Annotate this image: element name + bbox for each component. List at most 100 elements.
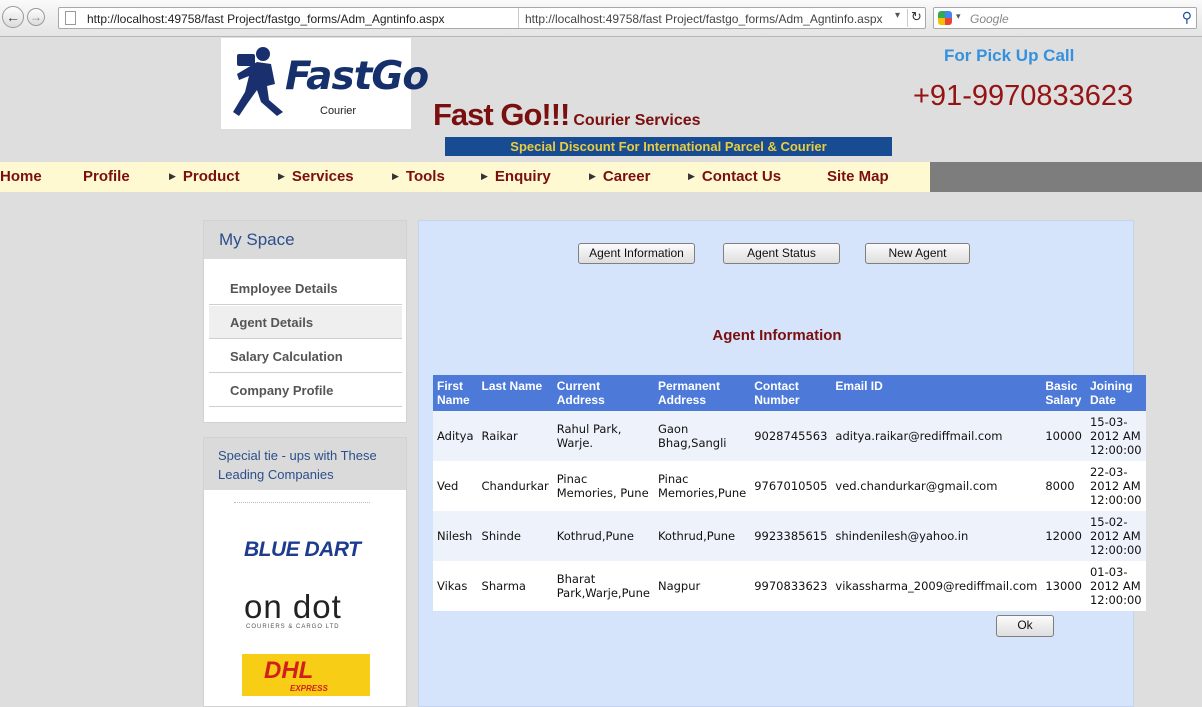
cell-basic-salary: 13000 <box>1041 561 1086 611</box>
pickup-label: For Pick Up Call <box>944 46 1075 65</box>
courier-runner-icon <box>233 47 283 116</box>
cell-joining-date: 01-03-2012 AM 12:00:00 <box>1085 561 1146 611</box>
agent-table: First Name Last Name Current Address Per… <box>433 375 1146 611</box>
cell-permanent-address: Gaon Bhag,Sangli <box>653 411 751 461</box>
cell-current-address: Rahul Park, Warje. <box>552 411 654 461</box>
cell-current-address: Kothrud,Pune <box>552 511 654 561</box>
menu-services[interactable]: ▶ Services <box>278 168 354 185</box>
forward-button[interactable]: → <box>27 8 45 26</box>
dropdown-icon[interactable]: ▾ <box>895 10 900 21</box>
menu-enquiry[interactable]: ▶ Enquiry <box>481 168 551 185</box>
table-row[interactable]: Ved Chandurkar Pinac Memories, Pune Pina… <box>433 461 1146 511</box>
new-agent-button[interactable]: New Agent <box>865 243 970 264</box>
menu-arrow-icon: ▶ <box>481 171 488 181</box>
google-icon[interactable] <box>938 11 952 25</box>
menu-arrow-icon: ▶ <box>169 171 176 181</box>
back-button[interactable]: ← <box>2 6 24 28</box>
table-row[interactable]: Aditya Raikar Rahul Park, Warje. Gaon Bh… <box>433 411 1146 461</box>
cell-permanent-address: Kothrud,Pune <box>653 511 751 561</box>
url-text[interactable]: http://localhost:49758/fast Project/fast… <box>87 12 445 26</box>
col-joining-date[interactable]: Joining Date <box>1085 375 1146 411</box>
my-space-title: My Space <box>204 221 406 259</box>
brand-sub: Courier Services <box>573 112 701 129</box>
menu-career[interactable]: ▶ Career <box>589 168 650 185</box>
table-row[interactable]: Nilesh Shinde Kothrud,Pune Kothrud,Pune … <box>433 511 1146 561</box>
bluedart-logo: BLUE DART <box>244 538 361 561</box>
cell-first-name: Vikas <box>433 561 478 611</box>
table-row[interactable]: Vikas Sharma Bharat Park,Warje,Pune Nagp… <box>433 561 1146 611</box>
menu-contact-us[interactable]: ▶ Contact Us <box>688 168 781 185</box>
cell-last-name: Raikar <box>477 411 553 461</box>
menu-tools[interactable]: ▶ Tools <box>392 168 445 185</box>
col-basic-salary[interactable]: Basic Salary <box>1041 375 1086 411</box>
promo-banner: Special Discount For International Parce… <box>445 137 892 156</box>
cell-contact-number: 9970833623 <box>750 561 832 611</box>
col-contact-number[interactable]: Contact Number <box>750 375 832 411</box>
cell-permanent-address: Nagpur <box>653 561 751 611</box>
menu-home[interactable]: Home <box>0 168 42 185</box>
col-permanent-address[interactable]: Permanent Address <box>653 375 751 411</box>
dhl-logo: DHL EXPRESS <box>242 654 370 696</box>
ondot-logo: on dot <box>244 588 342 625</box>
search-icon[interactable]: ⚲ <box>1182 9 1192 26</box>
menu-arrow-icon: ▶ <box>392 171 399 181</box>
cell-first-name: Ved <box>433 461 478 511</box>
cell-first-name: Nilesh <box>433 511 478 561</box>
agent-status-button[interactable]: Agent Status <box>723 243 840 264</box>
sidebar-item-salary-calculation[interactable]: Salary Calculation <box>209 340 402 373</box>
menu-arrow-icon: ▶ <box>589 171 596 181</box>
partners-panel: Special tie - ups with These Leading Com… <box>203 437 407 707</box>
table-header-row: First Name Last Name Current Address Per… <box>433 375 1146 411</box>
col-email-id[interactable]: Email ID <box>831 375 1042 411</box>
cell-email: vikassharma_2009@rediffmail.com <box>831 561 1042 611</box>
cell-email: shindenilesh@yahoo.in <box>831 511 1042 561</box>
search-bar[interactable]: ▾ Google ⚲ <box>933 7 1197 29</box>
sidebar-item-company-profile[interactable]: Company Profile <box>209 374 402 407</box>
cell-joining-date: 15-03-2012 AM 12:00:00 <box>1085 411 1146 461</box>
logo-text: FastGo <box>285 54 429 99</box>
menu-product[interactable]: ▶ Product <box>169 168 240 185</box>
engine-dropdown-icon[interactable]: ▾ <box>956 11 961 22</box>
cell-basic-salary: 10000 <box>1041 411 1086 461</box>
cell-joining-date: 15-02-2012 AM 12:00:00 <box>1085 511 1146 561</box>
cell-basic-salary: 8000 <box>1041 461 1086 511</box>
cell-current-address: Pinac Memories, Pune <box>552 461 654 511</box>
cell-contact-number: 9923385615 <box>750 511 832 561</box>
browser-toolbar: ← → http://localhost:49758/fast Project/… <box>0 0 1202 37</box>
brand-main: Fast Go!!! <box>433 97 570 132</box>
reload-icon[interactable]: ↻ <box>907 9 925 27</box>
sidebar-item-employee-details[interactable]: Employee Details <box>209 272 402 305</box>
cell-last-name: Shinde <box>477 511 553 561</box>
cell-last-name: Chandurkar <box>477 461 553 511</box>
col-last-name[interactable]: Last Name <box>477 375 553 411</box>
page-icon <box>65 11 76 25</box>
page-title: Agent Information <box>712 327 842 344</box>
phone-number: +91-9970833623 <box>913 80 1134 112</box>
brand-title: Fast Go!!! Courier Services <box>433 97 701 133</box>
menu-profile[interactable]: Profile <box>83 168 130 185</box>
agent-information-button[interactable]: Agent Information <box>578 243 695 264</box>
col-first-name[interactable]: First Name <box>433 375 478 411</box>
site-logo[interactable]: FastGo Courier <box>221 38 429 129</box>
cell-contact-number: 9028745563 <box>750 411 832 461</box>
main-menu: Home Profile ▶ Product ▶ Services ▶ Tools ▶… <box>0 162 930 192</box>
address-bar[interactable]: http://localhost:49758/fast Project/fast… <box>58 7 926 29</box>
url-suggestion: http://localhost:49758/fast Project/fast… <box>525 12 883 26</box>
sidebar-item-agent-details[interactable]: Agent Details <box>209 306 402 339</box>
menu-arrow-icon: ▶ <box>688 171 695 181</box>
search-input[interactable]: Google <box>970 12 1009 26</box>
my-space-panel: My Space Employee Details Agent Details … <box>203 220 407 423</box>
cell-permanent-address: Pinac Memories,Pune <box>653 461 751 511</box>
cell-first-name: Aditya <box>433 411 478 461</box>
partners-title: Special tie - ups with These Leading Com… <box>204 438 406 490</box>
menu-arrow-icon: ▶ <box>278 171 285 181</box>
cell-contact-number: 9767010505 <box>750 461 832 511</box>
content-panel: Agent Information Agent Status New Agent… <box>418 220 1146 707</box>
ok-button[interactable]: Ok <box>996 615 1054 637</box>
cell-last-name: Sharma <box>477 561 553 611</box>
menu-site-map[interactable]: Site Map <box>827 168 889 185</box>
cell-email: aditya.raikar@rediffmail.com <box>831 411 1042 461</box>
logo-subtext: Courier <box>320 105 357 117</box>
cell-joining-date: 22-03-2012 AM 12:00:00 <box>1085 461 1146 511</box>
col-current-address[interactable]: Current Address <box>552 375 654 411</box>
